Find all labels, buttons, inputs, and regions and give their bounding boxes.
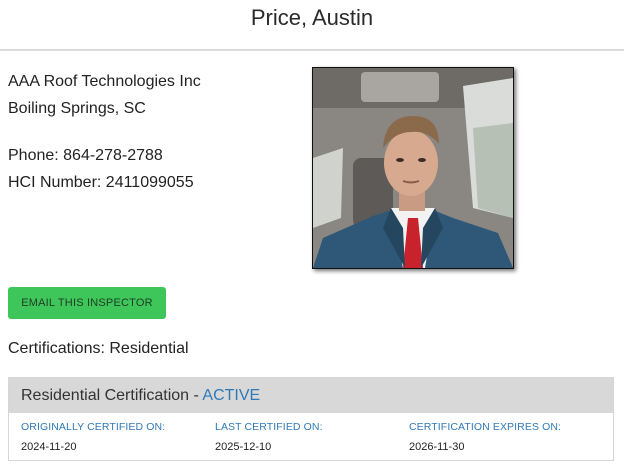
inspector-details: AAA Roof Technologies Inc Boiling Spring… xyxy=(8,68,201,196)
page-header: Price, Austin xyxy=(0,0,624,51)
inspector-name: Price, Austin xyxy=(250,5,374,30)
certification-dates: ORIGINALLY CERTIFIED ON: 2024-11-20 LAST… xyxy=(9,413,613,461)
company-name: AAA Roof Technologies Inc xyxy=(8,73,201,90)
certification-status: ACTIVE xyxy=(202,387,261,404)
certification-expires: CERTIFICATION EXPIRES ON: 2026-11-30 xyxy=(409,421,561,453)
hci-number: HCI Number: 2411099055 xyxy=(8,174,194,191)
last-certified: LAST CERTIFIED ON: 2025-12-10 xyxy=(215,421,323,453)
certification-expires-label: CERTIFICATION EXPIRES ON: xyxy=(409,421,562,433)
certification-panel-header: Residential Certification - ACTIVE xyxy=(9,378,613,413)
certification-expires-value: 2026-11-30 xyxy=(409,441,465,453)
certification-title: Residential Certification - xyxy=(21,387,203,404)
last-certified-label: LAST CERTIFIED ON: xyxy=(215,421,323,433)
last-certified-value: 2025-12-10 xyxy=(215,441,272,453)
originally-certified-label: ORIGINALLY CERTIFIED ON: xyxy=(21,421,166,433)
company-location: Boiling Springs, SC xyxy=(8,100,146,117)
originally-certified-value: 2024-11-20 xyxy=(21,441,77,453)
phone-number: Phone: 864-278-2788 xyxy=(8,147,163,164)
originally-certified: ORIGINALLY CERTIFIED ON: 2024-11-20 xyxy=(21,421,165,453)
certification-panel: Residential Certification - ACTIVE ORIGI… xyxy=(8,377,614,461)
certifications-summary: Certifications: Residential xyxy=(8,340,189,357)
email-inspector-button[interactable]: EMAIL THIS INSPECTOR xyxy=(8,287,166,319)
inspector-photo xyxy=(312,67,514,269)
